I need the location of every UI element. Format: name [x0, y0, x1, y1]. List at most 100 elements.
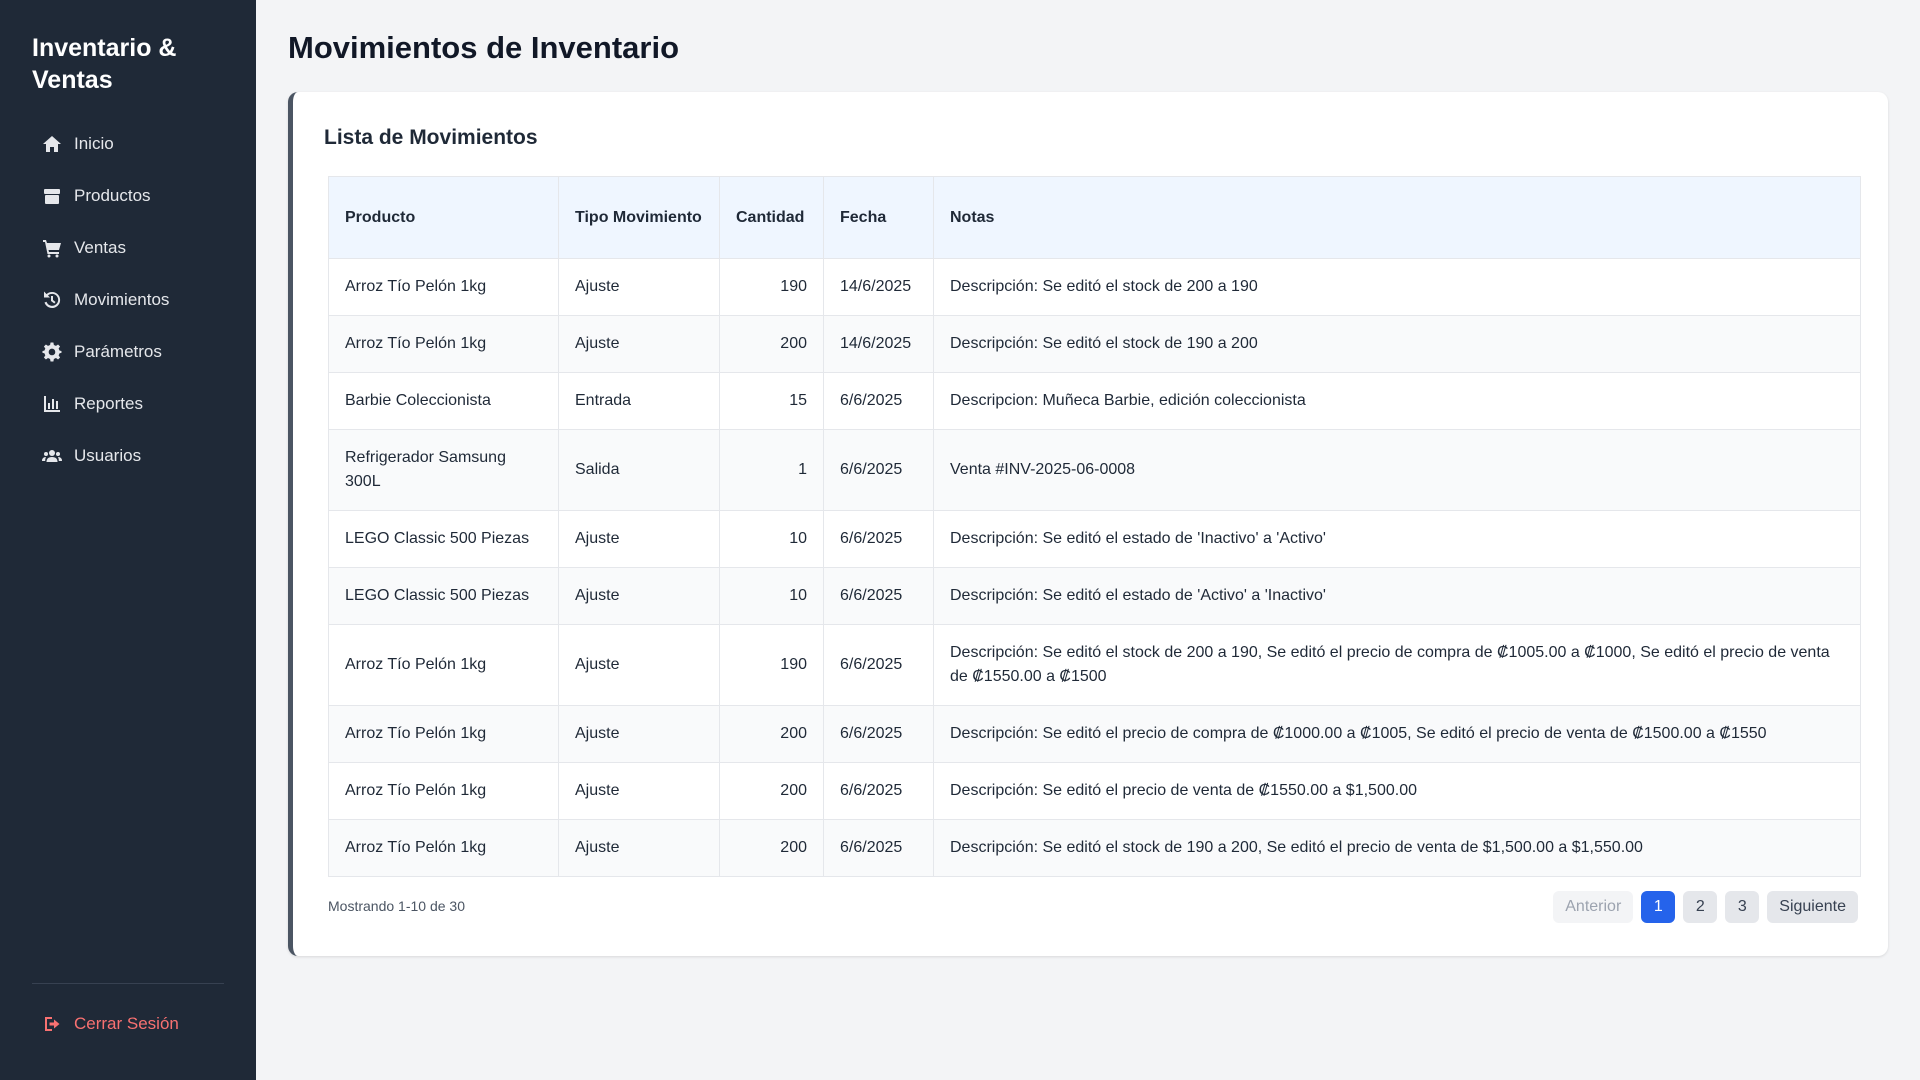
cell-fecha: 6/6/2025: [823, 510, 934, 568]
home-icon: [42, 134, 62, 154]
cell-fecha: 6/6/2025: [823, 624, 934, 706]
cell-tipo: Ajuste: [558, 705, 720, 763]
cell-cantidad: 1: [719, 429, 824, 511]
pagination-summary: Mostrando 1-10 de 30: [328, 898, 465, 914]
box-icon: [42, 186, 62, 206]
cell-tipo: Entrada: [558, 372, 720, 430]
cell-producto: Arroz Tío Pelón 1kg: [328, 762, 559, 820]
cell-tipo: Ajuste: [558, 510, 720, 568]
movements-card: Lista de Movimientos Producto Tipo Movim…: [288, 92, 1888, 956]
cell-fecha: 14/6/2025: [823, 258, 934, 316]
cell-producto: Arroz Tío Pelón 1kg: [328, 315, 559, 373]
table-row: LEGO Classic 500 Piezas Ajuste 10 6/6/20…: [328, 567, 1861, 625]
table-row: Barbie Coleccionista Entrada 15 6/6/2025…: [328, 372, 1861, 430]
table-row: Arroz Tío Pelón 1kg Ajuste 200 6/6/2025 …: [328, 762, 1861, 820]
users-icon: [42, 446, 62, 466]
app-brand: Inventario & Ventas: [32, 34, 177, 94]
cell-tipo: Ajuste: [558, 624, 720, 706]
column-header-producto: Producto: [328, 176, 559, 259]
sidebar-nav: Inicio Productos Ventas Movimientos Pará…: [32, 124, 224, 488]
cell-notas: Descripción: Se editó el stock de 190 a …: [933, 315, 1861, 373]
column-header-notas: Notas: [933, 176, 1861, 259]
column-header-cantidad: Cantidad: [719, 176, 824, 259]
sidebar: Inventario & Ventas Inicio Productos Ven…: [0, 0, 256, 1080]
cell-notas: Descripción: Se editó el stock de 200 a …: [933, 624, 1861, 706]
cell-producto: Arroz Tío Pelón 1kg: [328, 819, 559, 877]
cell-fecha: 14/6/2025: [823, 315, 934, 373]
table-row: Arroz Tío Pelón 1kg Ajuste 190 14/6/2025…: [328, 258, 1861, 316]
table-row: Arroz Tío Pelón 1kg Ajuste 200 14/6/2025…: [328, 315, 1861, 373]
cell-notas: Descripción: Se editó el precio de venta…: [933, 762, 1861, 820]
cell-cantidad: 190: [719, 624, 824, 706]
pagination: Anterior 1 2 3 Siguiente: [1553, 891, 1858, 923]
movements-table: Producto Tipo Movimiento Cantidad Fecha …: [328, 176, 1861, 877]
sidebar-divider: [32, 983, 224, 984]
cell-cantidad: 15: [719, 372, 824, 430]
cell-notas: Descripción: Se editó el estado de 'Inac…: [933, 510, 1861, 568]
cell-producto: Barbie Coleccionista: [328, 372, 559, 430]
logout-button[interactable]: Cerrar Sesión: [32, 1004, 224, 1044]
next-page-button[interactable]: Siguiente: [1767, 891, 1858, 923]
sidebar-item-productos[interactable]: Productos: [32, 176, 224, 216]
cell-producto: Refrigerador Samsung 300L: [328, 429, 559, 511]
page-button-3[interactable]: 3: [1725, 891, 1760, 923]
card-title: Lista de Movimientos: [324, 126, 538, 149]
sidebar-item-inicio[interactable]: Inicio: [32, 124, 224, 164]
cell-producto: Arroz Tío Pelón 1kg: [328, 624, 559, 706]
table-row: Arroz Tío Pelón 1kg Ajuste 200 6/6/2025 …: [328, 705, 1861, 763]
history-icon: [42, 290, 62, 310]
logout-icon: [42, 1014, 62, 1034]
cell-producto: LEGO Classic 500 Piezas: [328, 567, 559, 625]
sidebar-item-label: Parámetros: [74, 342, 162, 361]
cell-fecha: 6/6/2025: [823, 762, 934, 820]
cell-cantidad: 200: [719, 819, 824, 877]
prev-page-button[interactable]: Anterior: [1553, 891, 1634, 923]
cell-notas: Descripción: Se editó el estado de 'Acti…: [933, 567, 1861, 625]
sidebar-item-label: Ventas: [74, 238, 126, 257]
cell-notas: Descripción: Se editó el stock de 190 a …: [933, 819, 1861, 877]
page-button-2[interactable]: 2: [1683, 891, 1718, 923]
table-row: Arroz Tío Pelón 1kg Ajuste 190 6/6/2025 …: [328, 624, 1861, 706]
cell-cantidad: 200: [719, 705, 824, 763]
sidebar-item-movimientos[interactable]: Movimientos: [32, 280, 224, 320]
cell-fecha: 6/6/2025: [823, 705, 934, 763]
cell-tipo: Ajuste: [558, 315, 720, 373]
cell-producto: Arroz Tío Pelón 1kg: [328, 258, 559, 316]
cell-notas: Descripción: Se editó el precio de compr…: [933, 705, 1861, 763]
cell-tipo: Ajuste: [558, 819, 720, 877]
cell-fecha: 6/6/2025: [823, 429, 934, 511]
cell-cantidad: 10: [719, 567, 824, 625]
cell-tipo: Ajuste: [558, 258, 720, 316]
sidebar-item-parametros[interactable]: Parámetros: [32, 332, 224, 372]
page-title: Movimientos de Inventario: [288, 30, 680, 65]
cell-tipo: Ajuste: [558, 762, 720, 820]
table-row: Refrigerador Samsung 300L Salida 1 6/6/2…: [328, 429, 1861, 511]
sidebar-item-label: Productos: [74, 186, 151, 205]
chart-icon: [42, 394, 62, 414]
cell-fecha: 6/6/2025: [823, 372, 934, 430]
column-header-tipo: Tipo Movimiento: [558, 176, 720, 259]
cell-tipo: Ajuste: [558, 567, 720, 625]
cell-cantidad: 10: [719, 510, 824, 568]
sidebar-item-label: Reportes: [74, 394, 143, 413]
sidebar-item-ventas[interactable]: Ventas: [32, 228, 224, 268]
gear-icon: [42, 342, 62, 362]
logout-label: Cerrar Sesión: [74, 1014, 179, 1033]
cell-cantidad: 200: [719, 762, 824, 820]
sidebar-item-label: Movimientos: [74, 290, 170, 309]
page-button-1[interactable]: 1: [1641, 891, 1676, 923]
sidebar-item-reportes[interactable]: Reportes: [32, 384, 224, 424]
cell-notas: Descripción: Se editó el stock de 200 a …: [933, 258, 1861, 316]
cart-icon: [42, 238, 62, 258]
table-row: LEGO Classic 500 Piezas Ajuste 10 6/6/20…: [328, 510, 1861, 568]
sidebar-item-usuarios[interactable]: Usuarios: [32, 436, 224, 476]
cell-tipo: Salida: [558, 429, 720, 511]
cell-cantidad: 190: [719, 258, 824, 316]
cell-fecha: 6/6/2025: [823, 567, 934, 625]
table-row: Arroz Tío Pelón 1kg Ajuste 200 6/6/2025 …: [328, 819, 1861, 877]
cell-cantidad: 200: [719, 315, 824, 373]
table-header-row: Producto Tipo Movimiento Cantidad Fecha …: [328, 176, 1861, 259]
cell-producto: LEGO Classic 500 Piezas: [328, 510, 559, 568]
cell-notas: Descripcion: Muñeca Barbie, edición cole…: [933, 372, 1861, 430]
column-header-fecha: Fecha: [823, 176, 934, 259]
